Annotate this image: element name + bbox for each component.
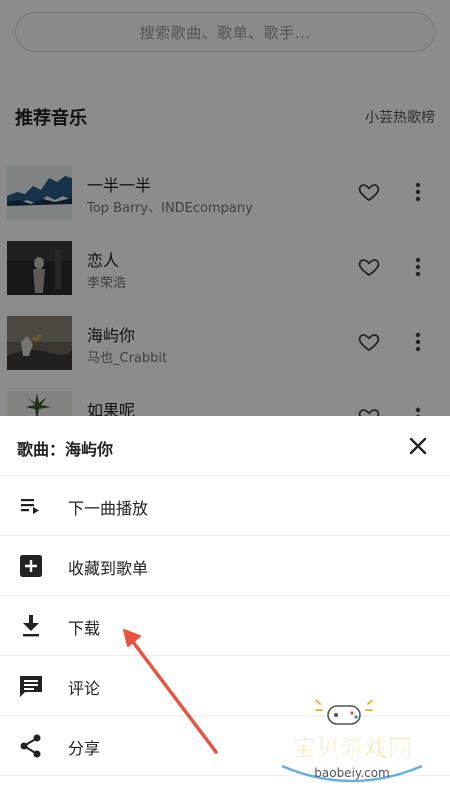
menu-item-add-to-playlist[interactable]: 收藏到歌单 <box>0 536 450 596</box>
modal-scrim[interactable] <box>0 0 450 416</box>
svg-text:baobeiy.com: baobeiy.com <box>314 766 389 780</box>
close-icon[interactable] <box>406 434 430 458</box>
sheet-title: 歌曲：海屿你 <box>17 440 114 459</box>
queue-next-icon <box>21 499 39 514</box>
sheet-header: 歌曲：海屿你 <box>0 416 450 476</box>
add-box-icon <box>20 555 42 577</box>
menu-label: 下一曲播放 <box>68 499 149 518</box>
menu-item-play-next[interactable]: 下一曲播放 <box>0 476 450 536</box>
comment-icon <box>20 676 42 697</box>
menu-label: 评论 <box>68 679 101 698</box>
menu-item-download[interactable]: 下载 <box>0 596 450 656</box>
menu-label: 收藏到歌单 <box>68 559 149 578</box>
menu-label: 分享 <box>68 739 101 758</box>
share-icon <box>20 734 41 758</box>
svg-text:宝贝游戏网: 宝贝游戏网 <box>292 734 412 762</box>
gamepad-icon <box>315 700 373 725</box>
menu-label: 下载 <box>68 619 101 638</box>
download-icon <box>23 615 39 637</box>
watermark-logo: 宝贝游戏网 baobeiy.com <box>281 700 423 783</box>
